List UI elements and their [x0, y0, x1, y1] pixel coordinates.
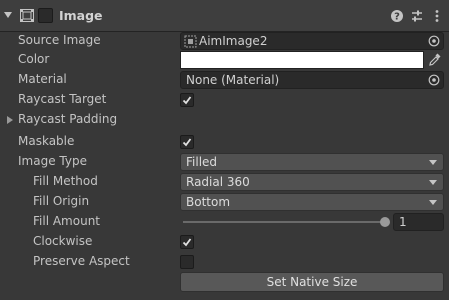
material-label: Material	[18, 72, 67, 86]
fill-method-dropdown[interactable]: Radial 360	[180, 173, 444, 191]
maskable-label: Maskable	[18, 134, 75, 148]
fill-origin-label: Fill Origin	[33, 194, 90, 208]
dropdown-arrow-icon	[429, 160, 437, 165]
object-picker-icon[interactable]	[428, 74, 440, 86]
row-material: Material None (Material)	[0, 70, 449, 90]
image-type-value: Filled	[186, 155, 218, 169]
component-header[interactable]: Image ?	[0, 0, 449, 32]
row-maskable: Maskable	[0, 132, 449, 152]
image-type-dropdown[interactable]: Filled	[180, 153, 444, 171]
sprite-icon	[184, 35, 197, 48]
source-image-label: Source Image	[18, 33, 101, 47]
fill-amount-value: 1	[399, 215, 407, 229]
row-clockwise: Clockwise	[0, 232, 449, 252]
checkmark-icon	[182, 96, 192, 105]
row-color: Color	[0, 50, 449, 70]
fill-amount-slider-thumb[interactable]	[380, 217, 390, 227]
image-component-icon	[20, 9, 34, 22]
object-picker-icon[interactable]	[428, 35, 440, 47]
row-raycast-padding[interactable]: Raycast Padding	[0, 110, 449, 130]
component-title: Image	[59, 8, 103, 23]
row-set-native-size: Set Native Size	[0, 272, 449, 292]
fill-amount-input[interactable]: 1	[393, 213, 444, 231]
foldout-arrow-icon[interactable]	[4, 12, 12, 18]
fill-amount-slider-fill	[183, 221, 385, 223]
help-icon[interactable]: ?	[390, 9, 404, 23]
clockwise-checkbox[interactable]	[180, 235, 194, 249]
row-source-image: Source Image AimImage2	[0, 31, 449, 51]
fill-method-label: Fill Method	[33, 174, 98, 188]
maskable-checkbox[interactable]	[180, 135, 194, 149]
image-type-label: Image Type	[18, 154, 87, 168]
row-fill-origin: Fill Origin Bottom	[0, 192, 449, 212]
color-label: Color	[18, 52, 50, 66]
expand-arrow-icon[interactable]	[7, 116, 13, 124]
preserve-aspect-checkbox[interactable]	[180, 255, 194, 269]
dropdown-arrow-icon	[429, 180, 437, 185]
color-swatch-field[interactable]	[180, 51, 424, 69]
material-field[interactable]: None (Material)	[180, 71, 444, 89]
set-native-size-button[interactable]: Set Native Size	[180, 272, 444, 292]
clockwise-label: Clockwise	[33, 234, 93, 248]
image-component-inspector: Image ? Source Image AimImage2 Color Mat…	[0, 0, 449, 300]
dropdown-arrow-icon	[429, 200, 437, 205]
source-image-field[interactable]: AimImage2	[180, 32, 444, 50]
row-preserve-aspect: Preserve Aspect	[0, 252, 449, 272]
raycast-padding-label: Raycast Padding	[18, 112, 118, 126]
fill-origin-dropdown[interactable]: Bottom	[180, 193, 444, 211]
fill-amount-slider-track[interactable]	[183, 221, 385, 223]
source-image-value: AimImage2	[199, 34, 268, 48]
row-image-type: Image Type Filled	[0, 152, 449, 172]
fill-origin-value: Bottom	[186, 195, 231, 209]
row-fill-amount: Fill Amount 1	[0, 212, 449, 232]
fill-method-value: Radial 360	[186, 175, 250, 189]
raycast-target-label: Raycast Target	[18, 92, 107, 106]
checkmark-icon	[182, 238, 192, 247]
row-raycast-target: Raycast Target	[0, 90, 449, 110]
raycast-target-checkbox[interactable]	[180, 93, 194, 107]
row-fill-method: Fill Method Radial 360	[0, 172, 449, 192]
kebab-menu-icon[interactable]	[430, 9, 444, 23]
fill-amount-label: Fill Amount	[33, 214, 101, 228]
checkmark-icon	[182, 138, 192, 147]
presets-icon[interactable]	[410, 9, 424, 23]
svg-text:?: ?	[394, 12, 400, 23]
eyedropper-icon[interactable]	[428, 52, 442, 67]
component-enable-checkbox[interactable]	[38, 8, 53, 23]
preserve-aspect-label: Preserve Aspect	[33, 254, 130, 268]
material-value: None (Material)	[186, 73, 280, 87]
